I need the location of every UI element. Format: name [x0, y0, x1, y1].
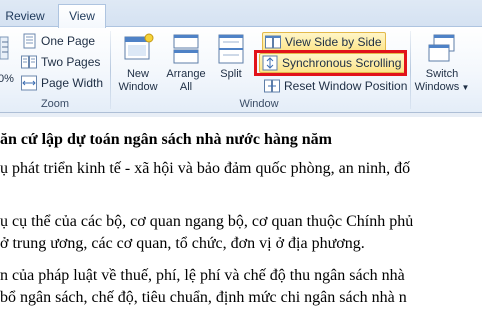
document-line: n của pháp luật về thuế, phí, lệ phí và …: [0, 267, 405, 284]
side-by-side-icon: [265, 34, 281, 50]
document-heading: ăn cứ lập dự toán ngân sách nhà nước hàn…: [0, 131, 332, 148]
document-line: ở trung ương, các cơ quan, tổ chức, đơn …: [0, 235, 365, 252]
zoom-group-label: Zoom: [40, 98, 70, 110]
split-icon: [215, 33, 247, 65]
window-group-label: Window: [239, 98, 279, 110]
one-page-button[interactable]: One Page: [21, 31, 95, 51]
two-pages-label: Two Pages: [41, 55, 101, 69]
document-line: bổ ngân sách, chế độ, tiêu chuẩn, định m…: [0, 289, 407, 306]
document-line: ụ phát triển kinh tế - xã hội và bảo đảm…: [0, 160, 411, 177]
two-pages-icon: [21, 54, 37, 70]
reset-window-icon: [264, 78, 280, 94]
page-width-icon: [21, 75, 37, 91]
arrange-all-label-line2: All: [179, 81, 193, 93]
ribbon-view: 0% One Page Two Pages Page Width Zoom Ne…: [0, 27, 482, 113]
switch-windows-button[interactable]: Switch Windows ▼: [414, 33, 470, 94]
switch-windows-label-line2: Windows ▼: [414, 81, 470, 94]
annotation-highlight-box: [254, 50, 407, 76]
view-side-by-side-button[interactable]: View Side by Side: [262, 32, 386, 52]
group-separator: [110, 31, 111, 109]
new-window-label-line2: Window: [118, 81, 158, 93]
page-width-button[interactable]: Page Width: [21, 73, 103, 93]
new-window-icon: [122, 33, 154, 65]
ruler-icon-fragment: [0, 35, 10, 61]
one-page-icon: [21, 33, 37, 49]
arrange-all-icon: [170, 33, 202, 65]
new-window-label-line1: New: [126, 68, 149, 80]
tab-view[interactable]: View: [58, 4, 106, 28]
split-label: Split: [220, 68, 242, 80]
view-side-by-side-label: View Side by Side: [285, 35, 382, 49]
group-separator: [410, 31, 411, 109]
ribbon-tab-bar: Review View: [0, 0, 482, 28]
zoom-percent-fragment[interactable]: 0%: [0, 69, 14, 89]
page-width-label: Page Width: [41, 76, 104, 90]
document-line: ụ cụ thể của các bộ, cơ quan ngang bộ, c…: [0, 213, 414, 230]
switch-windows-label-line1: Switch: [425, 68, 459, 80]
dropdown-arrow-icon: ▼: [459, 83, 470, 92]
one-page-label: One Page: [41, 34, 96, 48]
tab-review[interactable]: Review: [0, 6, 50, 27]
reset-window-position-label: Reset Window Position: [284, 79, 408, 93]
switch-windows-icon: [426, 33, 458, 65]
arrange-all-label-line1: Arrange: [166, 68, 206, 80]
reset-window-position-button[interactable]: Reset Window Position: [264, 76, 407, 96]
new-window-button[interactable]: New Window: [116, 33, 160, 94]
switch-windows-label-text: Windows: [414, 81, 460, 93]
document-area[interactable]: ăn cứ lập dự toán ngân sách nhà nước hàn…: [0, 117, 482, 314]
two-pages-button[interactable]: Two Pages: [21, 52, 100, 72]
split-button[interactable]: Split: [213, 33, 249, 81]
arrange-all-button[interactable]: Arrange All: [163, 33, 209, 94]
